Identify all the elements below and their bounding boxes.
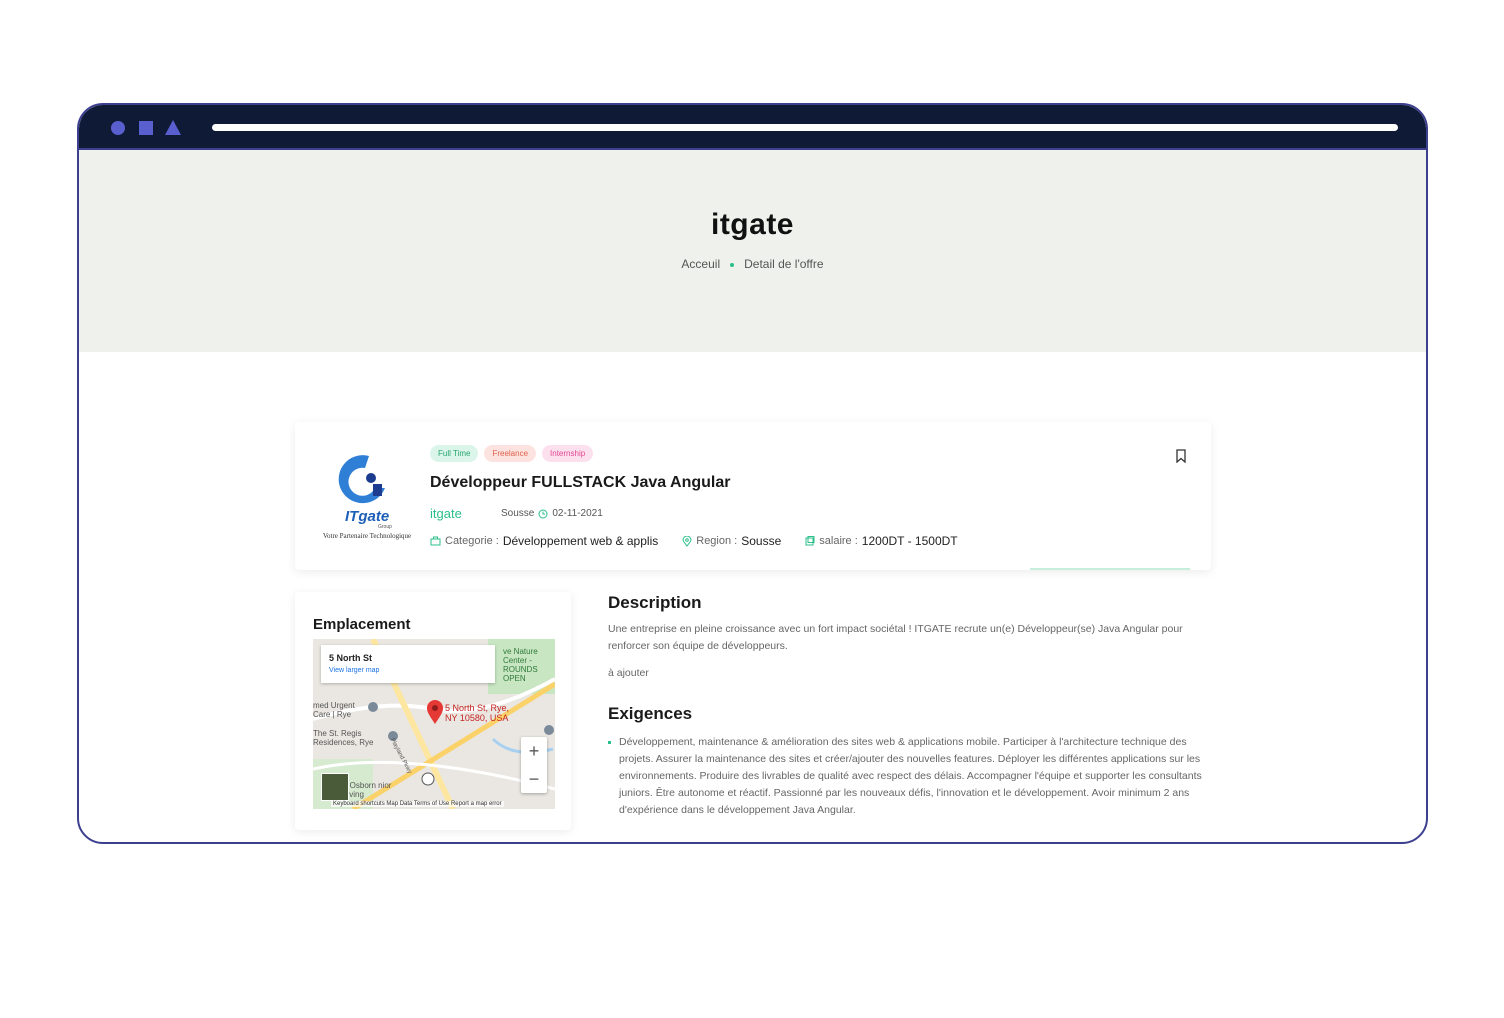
zoom-in-button[interactable]: + <box>521 737 547 765</box>
exigences-list: Développement, maintenance & amélioratio… <box>608 734 1213 819</box>
logo-tagline: Votre Partenaire Technologique <box>322 532 412 540</box>
description-extra: à ajouter <box>608 667 649 679</box>
map-zoom-controls: + − <box>521 737 547 793</box>
map-label-urgent-care: med Urgent Care | Rye <box>313 701 355 719</box>
company-link[interactable]: itgate <box>430 506 462 521</box>
company-logo: ITgate Group Votre Partenaire Technologi… <box>315 448 419 544</box>
region-value: Sousse <box>741 534 782 548</box>
job-date: 02-11-2021 <box>552 508 603 519</box>
job-tags: Full Time Freelance Internship <box>430 445 594 462</box>
job-location: Sousse <box>501 508 535 519</box>
salaire-value: 1200DT - 1500DT <box>861 534 958 548</box>
map-label-osborn: e Osborn nior Living <box>343 781 392 799</box>
description-heading: Description <box>608 593 702 612</box>
categorie-label: Categorie : <box>445 535 499 547</box>
map-label-nature-center: ve Nature Center - ROUNDS OPEN <box>503 647 538 683</box>
browser-topbar <box>79 105 1426 148</box>
emplacement-title: Emplacement <box>313 616 411 633</box>
map-info-popup: 5 North St View larger map <box>321 645 495 683</box>
breadcrumb-home-link[interactable]: Acceuil <box>681 257 720 271</box>
emplacement-card: Emplacement 5 North St View larger map v… <box>295 592 571 830</box>
satellite-toggle[interactable] <box>321 773 349 801</box>
briefcase-icon <box>430 536 441 546</box>
job-title: Développeur FULLSTACK Java Angular <box>430 474 731 491</box>
breadcrumb-separator <box>730 262 735 267</box>
meta-region: Region : Sousse <box>682 534 781 548</box>
svg-text:ITgate: ITgate <box>345 508 389 525</box>
map-pin-label: 5 North St, Rye, NY 10580, USA <box>445 703 510 723</box>
breadcrumb: Acceuil Detail de l'offre <box>79 257 1426 271</box>
job-summary-card: ITgate Group Votre Partenaire Technologi… <box>295 422 1211 570</box>
tag-freelance[interactable]: Freelance <box>484 445 537 462</box>
job-meta: Categorie : Développement web & applis R… <box>430 534 982 548</box>
location-map[interactable]: 5 North St View larger map ve Nature Cen… <box>313 639 555 809</box>
salaire-label: salaire : <box>819 535 858 547</box>
description-text: Une entreprise en pleine croissance avec… <box>608 623 1183 652</box>
exigences-item: Développement, maintenance & amélioratio… <box>608 734 1213 819</box>
card-accent-line <box>1030 568 1190 570</box>
circle-icon <box>111 121 125 135</box>
square-icon <box>139 121 153 135</box>
svg-text:Group: Group <box>378 524 392 530</box>
bookmark-icon[interactable] <box>1175 449 1187 463</box>
page-hero: itgate Acceuil Detail de l'offre <box>79 150 1426 352</box>
zoom-out-button[interactable]: − <box>521 765 547 793</box>
map-label-st-regis: The St. Regis Residences, Rye <box>313 729 374 747</box>
map-marker-icon[interactable] <box>426 699 444 725</box>
triangle-icon <box>165 120 181 135</box>
exigences-heading: Exigences <box>608 704 693 723</box>
description-section: Description Une entreprise en pleine cro… <box>608 593 1213 819</box>
address-bar[interactable] <box>212 124 1398 131</box>
region-label: Region : <box>696 535 738 547</box>
breadcrumb-current: Detail de l'offre <box>744 257 824 271</box>
clock-icon <box>538 509 548 518</box>
location-date: Sousse 02-11-2021 <box>501 508 603 519</box>
map-pin-icon <box>682 535 692 547</box>
itgate-logo-icon: ITgate Group <box>338 455 392 530</box>
view-larger-map-link[interactable]: View larger map <box>329 667 379 674</box>
map-popup-address: 5 North St <box>329 653 373 663</box>
meta-salaire: salaire : 1200DT - 1500DT <box>805 534 958 548</box>
browser-window: itgate Acceuil Detail de l'offre ITgate G… <box>77 103 1428 844</box>
tag-full-time[interactable]: Full Time <box>430 445 479 462</box>
map-footer: Keyboard shortcuts Map Data Terms of Use… <box>331 801 504 807</box>
money-icon <box>805 536 815 546</box>
tag-internship[interactable]: Internship <box>542 445 594 462</box>
page-title: itgate <box>710 208 794 241</box>
meta-categorie: Categorie : Développement web & applis <box>430 534 658 548</box>
categorie-value: Développement web & applis <box>502 534 659 548</box>
